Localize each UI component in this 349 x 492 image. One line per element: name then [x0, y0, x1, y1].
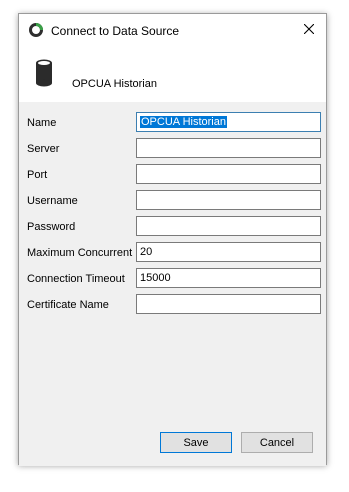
name-value: OPCUA Historian [140, 116, 227, 128]
dialog-footer: Save Cancel [19, 422, 326, 466]
username-label: Username [27, 195, 78, 207]
source-label: OPCUA Historian [72, 78, 157, 90]
username-field[interactable] [136, 190, 321, 210]
server-field[interactable] [136, 138, 321, 158]
close-button[interactable] [292, 14, 326, 47]
port-label: Port [27, 169, 48, 181]
close-icon [303, 23, 315, 37]
maximum-concurrent-field[interactable] [136, 242, 321, 262]
port-field[interactable] [136, 164, 321, 184]
title-bar[interactable]: Connect to Data Source [19, 14, 326, 47]
cancel-button[interactable]: Cancel [241, 432, 313, 453]
connect-dialog: Connect to Data Source OPCUA Historian N… [18, 13, 327, 466]
source-header: OPCUA Historian [19, 47, 326, 102]
certificate-name-field[interactable] [136, 294, 321, 314]
connection-form: Name OPCUA Historian Server Port Usernam… [19, 102, 326, 422]
window-title: Connect to Data Source [51, 24, 180, 38]
app-ring-icon [28, 22, 44, 38]
save-button[interactable]: Save [160, 432, 232, 453]
maximum-concurrent-label: Maximum Concurrent [27, 247, 133, 259]
password-field[interactable] [136, 216, 321, 236]
name-label: Name [27, 117, 57, 129]
certificate-name-label: Certificate Name [27, 299, 109, 311]
password-label: Password [27, 221, 76, 233]
database-icon [35, 59, 53, 87]
connection-timeout-field[interactable] [136, 268, 321, 288]
connection-timeout-label: Connection Timeout [27, 273, 125, 285]
server-label: Server [27, 143, 60, 155]
name-field[interactable]: OPCUA Historian [136, 112, 321, 132]
